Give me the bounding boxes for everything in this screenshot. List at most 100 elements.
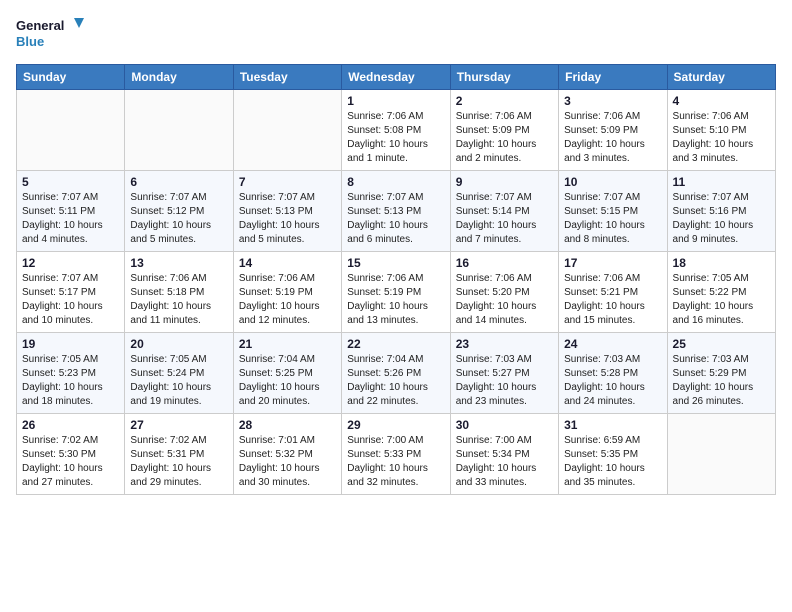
calendar-cell: 13 Sunrise: 7:06 AM Sunset: 5:18 PM Dayli…	[125, 252, 233, 333]
calendar-cell: 6 Sunrise: 7:07 AM Sunset: 5:12 PM Daylig…	[125, 171, 233, 252]
day-number: 23	[456, 337, 553, 351]
day-info: Sunrise: 7:07 AM Sunset: 5:16 PM Dayligh…	[673, 191, 770, 247]
day-info: Sunrise: 7:06 AM Sunset: 5:19 PM Dayligh…	[239, 272, 336, 328]
day-number: 31	[564, 418, 661, 432]
calendar-cell: 2 Sunrise: 7:06 AM Sunset: 5:09 PM Daylig…	[450, 90, 558, 171]
day-info: Sunrise: 7:06 AM Sunset: 5:18 PM Dayligh…	[130, 272, 227, 328]
calendar-cell: 21 Sunrise: 7:04 AM Sunset: 5:25 PM Dayli…	[233, 333, 341, 414]
header: General Blue	[16, 16, 776, 52]
calendar-cell	[17, 90, 125, 171]
weekday-header: Thursday	[450, 65, 558, 90]
day-number: 29	[347, 418, 444, 432]
day-number: 16	[456, 256, 553, 270]
calendar-cell: 27 Sunrise: 7:02 AM Sunset: 5:31 PM Dayli…	[125, 414, 233, 495]
calendar-cell: 11 Sunrise: 7:07 AM Sunset: 5:16 PM Dayli…	[667, 171, 775, 252]
calendar-week-row: 12 Sunrise: 7:07 AM Sunset: 5:17 PM Dayli…	[17, 252, 776, 333]
day-info: Sunrise: 7:07 AM Sunset: 5:12 PM Dayligh…	[130, 191, 227, 247]
calendar-week-row: 1Sunrise: 7:06 AM Sunset: 5:08 PM Daylig…	[17, 90, 776, 171]
day-info: Sunrise: 7:00 AM Sunset: 5:34 PM Dayligh…	[456, 434, 553, 490]
day-info: Sunrise: 7:06 AM Sunset: 5:09 PM Dayligh…	[456, 110, 553, 166]
calendar-cell: 14 Sunrise: 7:06 AM Sunset: 5:19 PM Dayli…	[233, 252, 341, 333]
calendar-cell: 4 Sunrise: 7:06 AM Sunset: 5:10 PM Daylig…	[667, 90, 775, 171]
day-number: 22	[347, 337, 444, 351]
day-number: 20	[130, 337, 227, 351]
weekday-header-row: SundayMondayTuesdayWednesdayThursdayFrid…	[17, 65, 776, 90]
calendar-cell: 9Sunrise: 7:07 AM Sunset: 5:14 PM Daylig…	[450, 171, 558, 252]
day-info: Sunrise: 7:07 AM Sunset: 5:17 PM Dayligh…	[22, 272, 119, 328]
weekday-header: Saturday	[667, 65, 775, 90]
calendar-cell	[667, 414, 775, 495]
day-number: 6	[130, 175, 227, 189]
day-number: 13	[130, 256, 227, 270]
day-number: 19	[22, 337, 119, 351]
day-info: Sunrise: 7:04 AM Sunset: 5:25 PM Dayligh…	[239, 353, 336, 409]
day-info: Sunrise: 7:06 AM Sunset: 5:08 PM Dayligh…	[347, 110, 444, 166]
day-info: Sunrise: 7:07 AM Sunset: 5:11 PM Dayligh…	[22, 191, 119, 247]
day-info: Sunrise: 7:05 AM Sunset: 5:24 PM Dayligh…	[130, 353, 227, 409]
day-info: Sunrise: 7:03 AM Sunset: 5:29 PM Dayligh…	[673, 353, 770, 409]
day-number: 21	[239, 337, 336, 351]
day-info: Sunrise: 7:03 AM Sunset: 5:28 PM Dayligh…	[564, 353, 661, 409]
logo: General Blue	[16, 16, 86, 52]
calendar-cell: 3 Sunrise: 7:06 AM Sunset: 5:09 PM Daylig…	[559, 90, 667, 171]
weekday-header: Wednesday	[342, 65, 450, 90]
day-info: Sunrise: 7:03 AM Sunset: 5:27 PM Dayligh…	[456, 353, 553, 409]
day-number: 25	[673, 337, 770, 351]
calendar-cell: 26 Sunrise: 7:02 AM Sunset: 5:30 PM Dayli…	[17, 414, 125, 495]
day-number: 12	[22, 256, 119, 270]
day-number: 8	[347, 175, 444, 189]
weekday-header: Sunday	[17, 65, 125, 90]
day-info: Sunrise: 7:02 AM Sunset: 5:31 PM Dayligh…	[130, 434, 227, 490]
day-number: 11	[673, 175, 770, 189]
day-info: Sunrise: 6:59 AM Sunset: 5:35 PM Dayligh…	[564, 434, 661, 490]
calendar-cell: 17Sunrise: 7:06 AM Sunset: 5:21 PM Dayli…	[559, 252, 667, 333]
svg-text:General: General	[16, 18, 64, 33]
day-number: 4	[673, 94, 770, 108]
day-number: 17	[564, 256, 661, 270]
calendar-cell	[233, 90, 341, 171]
day-info: Sunrise: 7:00 AM Sunset: 5:33 PM Dayligh…	[347, 434, 444, 490]
day-info: Sunrise: 7:07 AM Sunset: 5:13 PM Dayligh…	[347, 191, 444, 247]
day-info: Sunrise: 7:01 AM Sunset: 5:32 PM Dayligh…	[239, 434, 336, 490]
day-info: Sunrise: 7:06 AM Sunset: 5:10 PM Dayligh…	[673, 110, 770, 166]
day-number: 27	[130, 418, 227, 432]
day-info: Sunrise: 7:05 AM Sunset: 5:23 PM Dayligh…	[22, 353, 119, 409]
calendar-cell: 31 Sunrise: 6:59 AM Sunset: 5:35 PM Dayli…	[559, 414, 667, 495]
calendar-cell: 25 Sunrise: 7:03 AM Sunset: 5:29 PM Dayli…	[667, 333, 775, 414]
day-info: Sunrise: 7:07 AM Sunset: 5:15 PM Dayligh…	[564, 191, 661, 247]
calendar-cell: 5 Sunrise: 7:07 AM Sunset: 5:11 PM Daylig…	[17, 171, 125, 252]
day-info: Sunrise: 7:02 AM Sunset: 5:30 PM Dayligh…	[22, 434, 119, 490]
day-number: 2	[456, 94, 553, 108]
calendar-cell: 16 Sunrise: 7:06 AM Sunset: 5:20 PM Dayli…	[450, 252, 558, 333]
calendar-cell: 15Sunrise: 7:06 AM Sunset: 5:19 PM Dayli…	[342, 252, 450, 333]
svg-text:Blue: Blue	[16, 34, 44, 49]
calendar-cell: 10Sunrise: 7:07 AM Sunset: 5:15 PM Dayli…	[559, 171, 667, 252]
day-info: Sunrise: 7:06 AM Sunset: 5:09 PM Dayligh…	[564, 110, 661, 166]
weekday-header: Friday	[559, 65, 667, 90]
weekday-header: Monday	[125, 65, 233, 90]
calendar-week-row: 26 Sunrise: 7:02 AM Sunset: 5:30 PM Dayli…	[17, 414, 776, 495]
calendar-cell: 23 Sunrise: 7:03 AM Sunset: 5:27 PM Dayli…	[450, 333, 558, 414]
day-number: 7	[239, 175, 336, 189]
calendar-cell: 18Sunrise: 7:05 AM Sunset: 5:22 PM Dayli…	[667, 252, 775, 333]
calendar-week-row: 5 Sunrise: 7:07 AM Sunset: 5:11 PM Daylig…	[17, 171, 776, 252]
calendar-cell: 1Sunrise: 7:06 AM Sunset: 5:08 PM Daylig…	[342, 90, 450, 171]
weekday-header: Tuesday	[233, 65, 341, 90]
day-info: Sunrise: 7:05 AM Sunset: 5:22 PM Dayligh…	[673, 272, 770, 328]
day-info: Sunrise: 7:04 AM Sunset: 5:26 PM Dayligh…	[347, 353, 444, 409]
day-number: 3	[564, 94, 661, 108]
day-info: Sunrise: 7:06 AM Sunset: 5:20 PM Dayligh…	[456, 272, 553, 328]
calendar-cell: 29 Sunrise: 7:00 AM Sunset: 5:33 PM Dayli…	[342, 414, 450, 495]
day-number: 5	[22, 175, 119, 189]
calendar-cell: 24Sunrise: 7:03 AM Sunset: 5:28 PM Dayli…	[559, 333, 667, 414]
day-number: 30	[456, 418, 553, 432]
day-number: 28	[239, 418, 336, 432]
calendar-table: SundayMondayTuesdayWednesdayThursdayFrid…	[16, 64, 776, 495]
calendar-week-row: 19 Sunrise: 7:05 AM Sunset: 5:23 PM Dayli…	[17, 333, 776, 414]
calendar-cell: 7Sunrise: 7:07 AM Sunset: 5:13 PM Daylig…	[233, 171, 341, 252]
day-number: 14	[239, 256, 336, 270]
calendar-cell: 30 Sunrise: 7:00 AM Sunset: 5:34 PM Dayli…	[450, 414, 558, 495]
calendar-cell: 28 Sunrise: 7:01 AM Sunset: 5:32 PM Dayli…	[233, 414, 341, 495]
day-info: Sunrise: 7:06 AM Sunset: 5:19 PM Dayligh…	[347, 272, 444, 328]
day-number: 26	[22, 418, 119, 432]
